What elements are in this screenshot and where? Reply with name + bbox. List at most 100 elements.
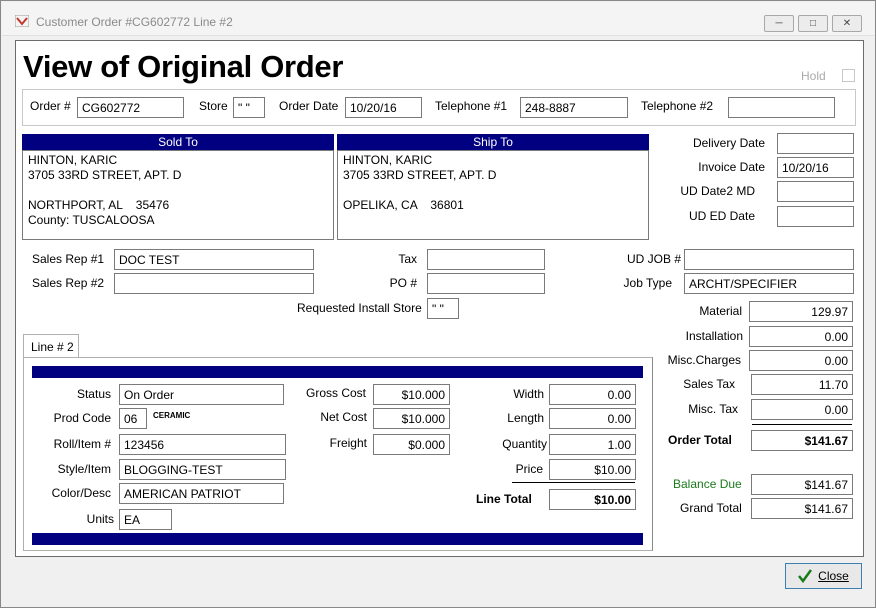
- ship-to-header: Ship To: [337, 134, 649, 150]
- color-desc-field[interactable]: AMERICAN PATRIOT: [119, 483, 284, 504]
- tax-label: Tax: [398, 252, 417, 266]
- price-label: Price: [515, 462, 543, 476]
- roll-item-label: Roll/Item #: [53, 437, 111, 451]
- misc-charges-field[interactable]: 0.00: [749, 350, 853, 371]
- prod-code-field[interactable]: 06: [119, 408, 147, 429]
- maximize-button[interactable]: □: [798, 15, 828, 32]
- prod-code-label: Prod Code: [53, 411, 111, 425]
- sales-rep1-label: Sales Rep #1: [32, 252, 105, 266]
- prod-code-desc: CERAMIC: [153, 411, 191, 420]
- sold-to-line: HINTON, KARIC: [28, 153, 118, 167]
- window-title: Customer Order #CG602772 Line #2: [36, 15, 233, 29]
- total-divider: [752, 424, 852, 425]
- width-field[interactable]: 0.00: [549, 384, 636, 405]
- ship-to-line: HINTON, KARIC: [343, 153, 433, 167]
- sales-rep2-label: Sales Rep #2: [32, 276, 105, 290]
- balance-due-field[interactable]: $141.67: [751, 474, 853, 495]
- line-total-label: Line Total: [476, 492, 532, 506]
- style-item-field[interactable]: BLOGGING-TEST: [119, 459, 286, 480]
- minimize-icon: ─: [775, 18, 783, 29]
- material-field[interactable]: 129.97: [749, 301, 853, 322]
- length-field[interactable]: 0.00: [549, 408, 636, 429]
- quantity-field[interactable]: 1.00: [549, 434, 636, 455]
- req-install-store-field[interactable]: " ": [427, 298, 459, 319]
- page-title: View of Original Order: [23, 49, 344, 84]
- order-date-field[interactable]: 10/20/16: [345, 97, 422, 118]
- app-icon: [15, 15, 29, 27]
- delivery-date-field[interactable]: [777, 133, 854, 154]
- misc-charges-label: Misc.Charges: [667, 353, 741, 367]
- po-field[interactable]: [427, 273, 545, 294]
- sales-tax-field[interactable]: 11.70: [751, 374, 853, 395]
- order-total-field[interactable]: $141.67: [751, 430, 853, 451]
- order-window: Customer Order #CG602772 Line #2 ─ □ ✕ V…: [0, 0, 876, 608]
- telephone2-label: Telephone #2: [641, 99, 714, 113]
- req-install-store-label: Requested Install Store: [297, 301, 422, 315]
- ud-date2-field[interactable]: [777, 181, 854, 202]
- minimize-button[interactable]: ─: [764, 15, 794, 32]
- roll-item-field[interactable]: 123456: [119, 434, 286, 455]
- freight-label: Freight: [329, 436, 367, 450]
- gross-cost-field[interactable]: $10.000: [373, 384, 450, 405]
- color-desc-label: Color/Desc: [51, 486, 111, 500]
- line-total-divider: [512, 482, 635, 483]
- tab-line-2[interactable]: Line # 2: [23, 334, 79, 358]
- order-num-label: Order #: [30, 99, 71, 113]
- sold-to-header: Sold To: [22, 134, 334, 150]
- ud-job-field[interactable]: [684, 249, 854, 270]
- sales-tax-label: Sales Tax: [683, 377, 735, 391]
- close-button[interactable]: Close: [785, 563, 862, 589]
- quantity-label: Quantity: [502, 437, 547, 451]
- status-label: Status: [76, 387, 111, 401]
- grand-total-label: Grand Total: [680, 501, 742, 515]
- close-button-label: Close: [818, 569, 849, 583]
- units-field[interactable]: EA: [119, 509, 172, 530]
- title-bar: Customer Order #CG602772 Line #2 ─ □ ✕: [2, 2, 874, 36]
- close-window-button[interactable]: ✕: [832, 15, 862, 32]
- invoice-date-field[interactable]: 10/20/16: [777, 157, 854, 178]
- sales-rep2-field[interactable]: [114, 273, 314, 294]
- hold-checkbox[interactable]: [842, 69, 855, 82]
- job-type-field[interactable]: ARCHT/SPECIFIER: [684, 273, 854, 294]
- order-total-label: Order Total: [668, 433, 732, 447]
- hold-label: Hold: [801, 69, 826, 83]
- job-type-label: Job Type: [623, 276, 672, 290]
- store-field[interactable]: " ": [233, 97, 265, 118]
- sold-to-line: County: TUSCALOOSA: [28, 213, 155, 227]
- line-total-field[interactable]: $10.00: [549, 489, 636, 510]
- installation-field[interactable]: 0.00: [749, 326, 853, 347]
- misc-tax-field[interactable]: 0.00: [751, 399, 853, 420]
- ship-to-address[interactable]: HINTON, KARIC 3705 33RD STREET, APT. D O…: [337, 150, 649, 240]
- invoice-date-label: Invoice Date: [698, 160, 765, 174]
- length-label: Length: [507, 411, 544, 425]
- telephone1-field[interactable]: 248-8887: [520, 97, 628, 118]
- tax-field[interactable]: [427, 249, 545, 270]
- line-panel-top-bar: [32, 366, 643, 378]
- telephone1-label: Telephone #1: [435, 99, 508, 113]
- maximize-icon: □: [809, 18, 817, 29]
- ship-to-line: OPELIKA, CA 36801: [343, 198, 464, 212]
- sales-rep1-field[interactable]: DOC TEST: [114, 249, 314, 270]
- ud-ed-date-field[interactable]: [777, 206, 854, 227]
- telephone2-field[interactable]: [728, 97, 835, 118]
- ship-to-line: [343, 183, 643, 198]
- freight-field[interactable]: $0.000: [373, 434, 450, 455]
- grand-total-field[interactable]: $141.67: [751, 498, 853, 519]
- net-cost-field[interactable]: $10.000: [373, 408, 450, 429]
- checkmark-icon: [798, 569, 813, 583]
- delivery-date-label: Delivery Date: [692, 136, 765, 150]
- width-label: Width: [513, 387, 544, 401]
- ud-date2-label: UD Date2 MD: [680, 184, 755, 198]
- sold-to-line: 3705 33RD STREET, APT. D: [28, 168, 182, 182]
- price-field[interactable]: $10.00: [549, 459, 636, 480]
- status-field[interactable]: On Order: [119, 384, 284, 405]
- line-panel-bottom-bar: [32, 533, 643, 545]
- sold-to-line: NORTHPORT, AL 35476: [28, 198, 170, 212]
- balance-due-label: Balance Due: [673, 477, 742, 491]
- installation-label: Installation: [685, 329, 743, 343]
- close-icon: ✕: [842, 18, 852, 29]
- sold-to-address[interactable]: HINTON, KARIC 3705 33RD STREET, APT. D N…: [22, 150, 334, 240]
- net-cost-label: Net Cost: [320, 410, 367, 424]
- order-num-field[interactable]: CG602772: [77, 97, 184, 118]
- material-label: Material: [699, 304, 742, 318]
